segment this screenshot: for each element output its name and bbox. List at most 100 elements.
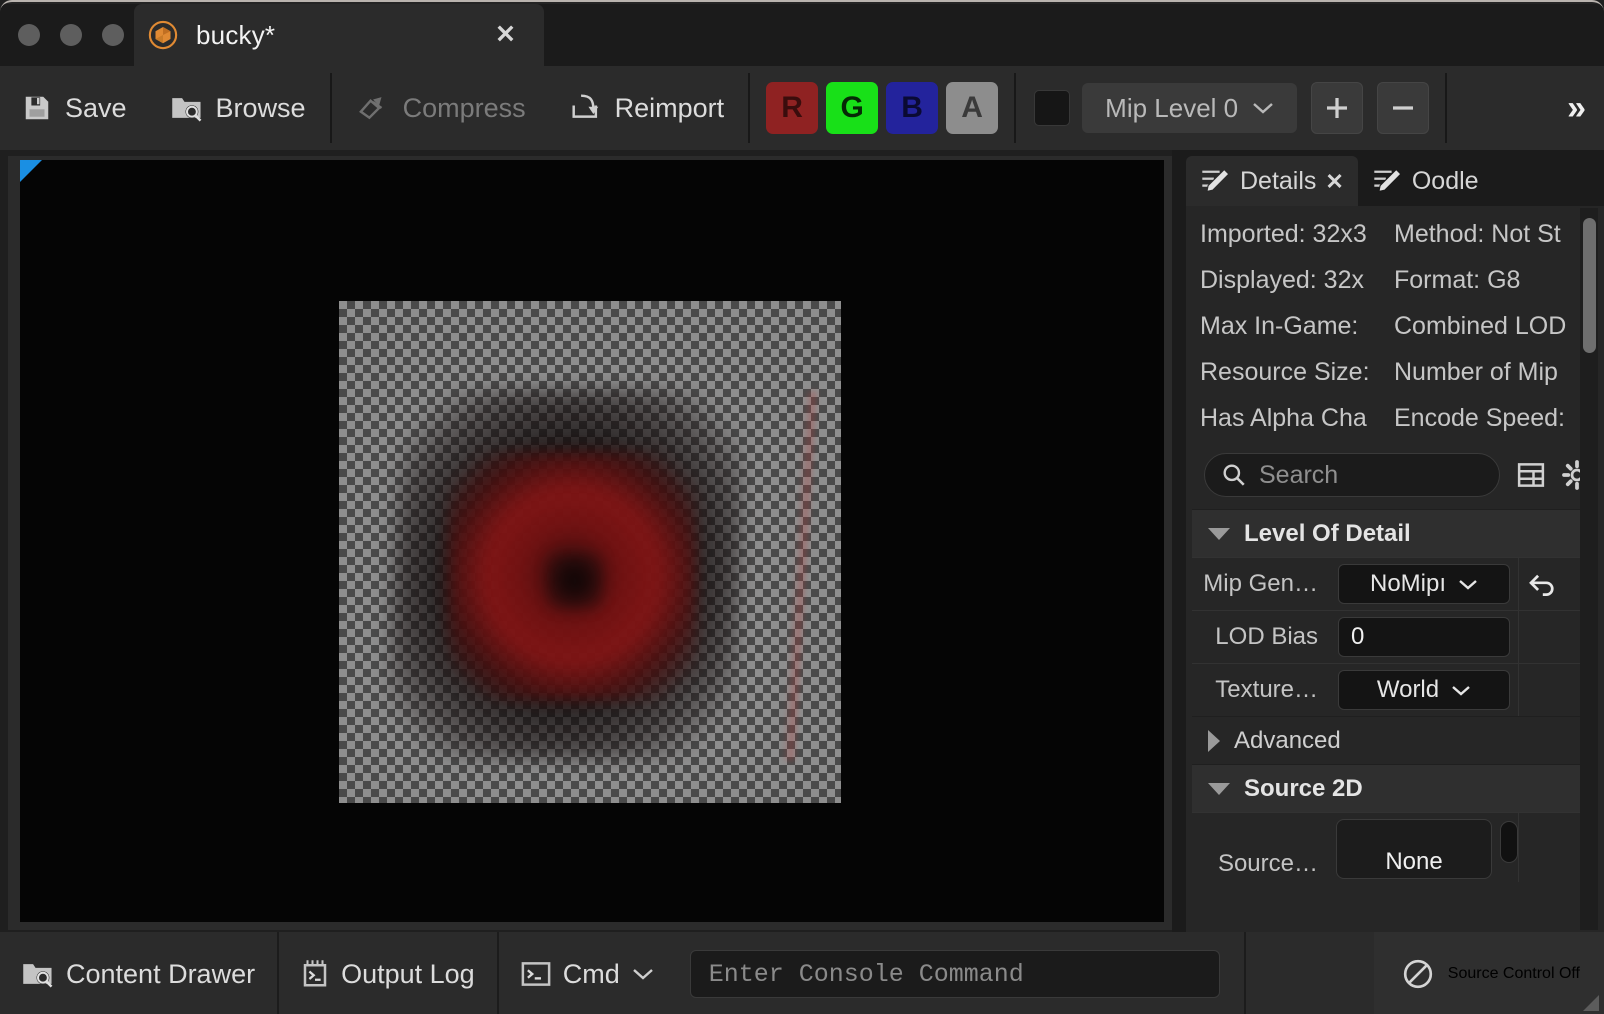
info-max-ingame: Max In-Game: <box>1200 312 1359 340</box>
reimport-arrow-icon <box>570 93 602 123</box>
compress-label: Compress <box>402 92 526 123</box>
property-row-texture-group: Texture… World <box>1192 663 1586 716</box>
chevron-down-icon <box>1458 578 1478 591</box>
texture-content <box>339 301 841 803</box>
property-field: 0 <box>1330 617 1518 657</box>
info-number-of-mips: Number of Mip <box>1394 358 1558 386</box>
reset-arrow-icon[interactable] <box>1518 558 1586 610</box>
toolbar-separator <box>1014 73 1017 143</box>
details-scrollbar-thumb[interactable] <box>1583 218 1596 353</box>
close-window-button[interactable] <box>18 24 40 46</box>
texture-info-grid: Imported: 32x3 Method: Not St Displayed:… <box>1186 206 1604 439</box>
tab-oodle[interactable]: Oodle <box>1358 156 1493 206</box>
asset-tab-bucky[interactable]: bucky* ✕ <box>134 4 544 66</box>
mip-level-checkbox[interactable] <box>1034 90 1071 126</box>
terminal-icon <box>521 960 551 988</box>
mip-increase-button[interactable] <box>1311 82 1364 134</box>
tab-strip: bucky* ✕ <box>0 4 1604 66</box>
tab-details[interactable]: Details ✕ <box>1186 156 1358 206</box>
minimize-window-button[interactable] <box>60 24 82 46</box>
property-list: Level Of Detail Mip Gen… NoMipı LOD Bias… <box>1192 509 1586 882</box>
reimport-button[interactable]: Reimport <box>548 66 747 150</box>
console-command-input[interactable]: Enter Console Command <box>689 950 1220 998</box>
combo-value: World <box>1376 676 1440 703</box>
details-panel: Details ✕ Oodle Imported: 32x3 Method: N… <box>1180 150 1604 932</box>
category-label: Level Of Detail <box>1244 519 1411 547</box>
oodle-pencil-icon <box>1372 168 1402 194</box>
texture-viewport[interactable] <box>20 160 1164 922</box>
info-resource-size: Resource Size: <box>1200 358 1370 386</box>
channel-toggle-group: R G B A <box>752 82 1012 134</box>
content-drawer-button[interactable]: Content Drawer <box>0 932 277 1014</box>
unreal-texture-editor-window: bucky* ✕ Save Browse Compress Reimport R… <box>0 0 1604 1014</box>
property-reset-cell <box>1518 611 1586 663</box>
mip-decrease-button[interactable] <box>1377 82 1430 134</box>
channel-label-a: A <box>961 91 983 124</box>
status-bar: Content Drawer Output Log Cmd Enter Cons… <box>0 932 1604 1014</box>
property-field: None <box>1330 813 1518 882</box>
source-control-label: Source Control Off <box>1447 965 1580 982</box>
source-asset-thumbnail[interactable] <box>1500 821 1518 863</box>
tab-details-label: Details <box>1240 166 1317 195</box>
channel-toggle-a[interactable]: A <box>946 82 999 134</box>
texture-preview-image[interactable] <box>339 301 841 803</box>
texture-group-combo[interactable]: World <box>1338 670 1510 710</box>
zoom-window-button[interactable] <box>102 24 124 46</box>
source-control-button[interactable]: Source Control Off <box>1373 932 1604 1014</box>
compress-button[interactable]: Compress <box>334 66 548 150</box>
mip-gen-settings-combo[interactable]: NoMipı <box>1338 564 1510 604</box>
property-label: Source… <box>1217 850 1318 877</box>
blue-corner-marker-icon <box>20 160 42 182</box>
lod-bias-input[interactable]: 0 <box>1338 617 1510 657</box>
property-label: LOD Bias <box>1215 623 1318 650</box>
save-label: Save <box>65 92 127 123</box>
mip-level-dropdown[interactable]: Mip Level 0 <box>1082 83 1298 133</box>
chevron-down-icon <box>1252 101 1274 115</box>
property-row-mip-gen: Mip Gen… NoMipı <box>1192 557 1586 610</box>
output-log-button[interactable]: Output Log <box>279 932 497 1014</box>
search-placeholder: Search <box>1259 460 1339 489</box>
category-advanced[interactable]: Advanced <box>1192 716 1586 764</box>
browse-label: Browse <box>215 92 306 123</box>
texture-core-region <box>547 553 603 609</box>
cmd-button[interactable]: Cmd <box>499 932 676 1014</box>
property-row-source: Source… None <box>1192 812 1586 882</box>
channel-toggle-g[interactable]: G <box>826 82 879 134</box>
property-field: World <box>1330 670 1518 710</box>
floppy-disk-icon <box>22 93 52 123</box>
texture-viewport-panel <box>8 156 1172 930</box>
output-log-label: Output Log <box>341 958 475 989</box>
details-scrollbar[interactable] <box>1580 208 1598 930</box>
details-panel-body: Imported: 32x3 Method: Not St Displayed:… <box>1186 206 1604 932</box>
toolbar-overflow-button[interactable]: » <box>1567 89 1586 128</box>
asset-tab-title: bucky* <box>196 19 276 50</box>
channel-toggle-b[interactable]: B <box>886 82 939 134</box>
details-pencil-icon <box>1200 168 1230 194</box>
columns-icon[interactable] <box>1516 460 1546 490</box>
search-input[interactable]: Search <box>1204 453 1500 497</box>
browse-button[interactable]: Browse <box>149 66 328 150</box>
category-level-of-detail[interactable]: Level Of Detail <box>1192 509 1586 557</box>
content-drawer-label: Content Drawer <box>66 958 256 989</box>
close-icon[interactable]: ✕ <box>1325 169 1343 195</box>
source-asset-picker[interactable]: None <box>1336 819 1492 879</box>
info-displayed: Displayed: 32x <box>1200 266 1364 294</box>
toolbar-separator <box>748 73 751 143</box>
category-source-2d[interactable]: Source 2D <box>1192 764 1586 812</box>
reimport-label: Reimport <box>614 92 725 123</box>
property-label: Mip Gen… <box>1203 570 1318 597</box>
resize-grip-icon[interactable] <box>1583 995 1599 1011</box>
info-has-alpha-channel: Has Alpha Cha <box>1200 404 1367 432</box>
viewport-details-splitter[interactable] <box>1172 150 1180 932</box>
folder-search-icon <box>22 959 54 989</box>
info-method: Method: Not St <box>1394 220 1561 248</box>
close-icon[interactable]: ✕ <box>495 22 516 48</box>
status-separator <box>1243 932 1246 1014</box>
no-entry-icon <box>1402 958 1434 990</box>
search-icon <box>1221 462 1247 488</box>
save-button[interactable]: Save <box>0 66 149 150</box>
channel-toggle-r[interactable]: R <box>766 82 819 134</box>
combo-value: NoMipı <box>1369 570 1447 597</box>
texture-edge-highlight <box>781 391 817 761</box>
chevron-down-icon <box>1451 684 1471 697</box>
